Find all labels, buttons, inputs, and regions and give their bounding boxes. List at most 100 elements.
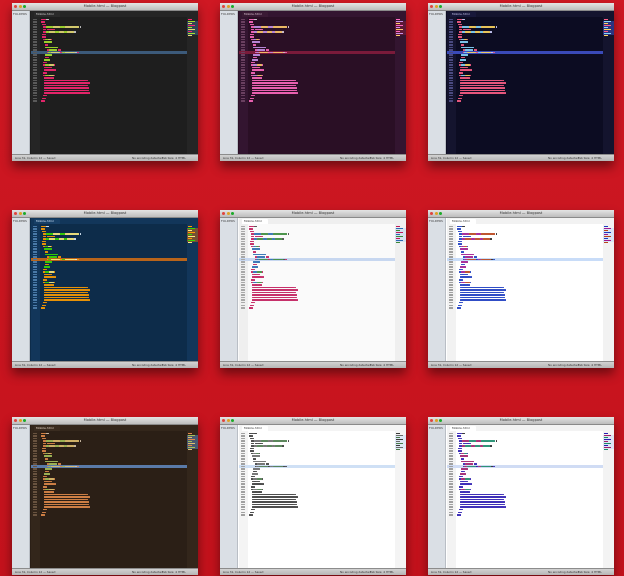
- minimap[interactable]: [603, 431, 614, 569]
- folder-sidebar[interactable]: FOLDERS: [220, 11, 238, 155]
- zoom-button[interactable]: [23, 212, 26, 215]
- minimap[interactable]: [187, 431, 198, 569]
- folder-sidebar[interactable]: FOLDERS: [12, 11, 30, 155]
- close-button[interactable]: [430, 419, 433, 422]
- close-button[interactable]: [222, 419, 225, 422]
- status-tab-size[interactable]: Tab Size: 4: [162, 155, 177, 161]
- status-tab-size[interactable]: Tab Size: 4: [578, 569, 593, 575]
- minimize-button[interactable]: [18, 212, 22, 215]
- code-editor[interactable]: [239, 17, 406, 155]
- minimize-button[interactable]: [226, 5, 230, 8]
- editor-window-brown[interactable]: Mobile.html — Blogpost FOLDERS Mobile.html…: [12, 417, 198, 575]
- status-tab-size[interactable]: Tab Size: 4: [162, 362, 177, 368]
- close-button[interactable]: [14, 5, 17, 8]
- status-encoding[interactable]: No encoding detected: [132, 569, 163, 575]
- minimize-button[interactable]: [434, 5, 438, 8]
- folder-sidebar[interactable]: FOLDERS: [12, 218, 30, 362]
- status-encoding[interactable]: No encoding detected: [548, 362, 579, 368]
- code-editor[interactable]: [31, 224, 198, 362]
- status-syntax[interactable]: HTML: [594, 155, 602, 161]
- status-encoding[interactable]: No encoding detected: [340, 362, 371, 368]
- editor-window-midnight[interactable]: Mobile.html — Blogpost FOLDERS Mobile.html…: [428, 3, 614, 161]
- status-encoding[interactable]: No encoding detected: [340, 155, 371, 161]
- editor-window-light-purple[interactable]: Mobile.html — Blogpost FOLDERS Mobile.html…: [428, 417, 614, 575]
- zoom-button[interactable]: [23, 419, 26, 422]
- window-titlebar[interactable]: Mobile.html — Blogpost: [428, 417, 614, 425]
- folder-sidebar[interactable]: FOLDERS: [428, 425, 446, 569]
- close-button[interactable]: [222, 212, 225, 215]
- window-titlebar[interactable]: Mobile.html — Blogpost: [220, 210, 406, 218]
- status-tab-size[interactable]: Tab Size: 4: [162, 569, 177, 575]
- minimap[interactable]: [395, 17, 406, 155]
- zoom-button[interactable]: [231, 212, 234, 215]
- status-encoding[interactable]: No encoding detected: [548, 569, 579, 575]
- minimize-button[interactable]: [18, 419, 22, 422]
- folder-sidebar[interactable]: FOLDERS: [12, 425, 30, 569]
- code-editor[interactable]: [31, 431, 198, 569]
- status-tab-size[interactable]: Tab Size: 4: [370, 362, 385, 368]
- window-controls[interactable]: [14, 212, 26, 215]
- window-controls[interactable]: [14, 419, 26, 422]
- window-controls[interactable]: [430, 212, 442, 215]
- status-syntax[interactable]: HTML: [386, 155, 394, 161]
- window-titlebar[interactable]: Mobile.html — Blogpost: [220, 417, 406, 425]
- window-controls[interactable]: [222, 5, 234, 8]
- window-titlebar[interactable]: Mobile.html — Blogpost: [12, 417, 198, 425]
- status-syntax[interactable]: HTML: [178, 362, 186, 368]
- zoom-button[interactable]: [231, 5, 234, 8]
- minimap[interactable]: [603, 17, 614, 155]
- close-button[interactable]: [14, 419, 17, 422]
- editor-window-dark-gray[interactable]: Mobile.html — Blogpost FOLDERS Mobile.html…: [12, 3, 198, 161]
- status-syntax[interactable]: HTML: [386, 569, 394, 575]
- minimize-button[interactable]: [226, 419, 230, 422]
- minimap[interactable]: [187, 224, 198, 362]
- close-button[interactable]: [430, 5, 433, 8]
- close-button[interactable]: [430, 212, 433, 215]
- window-titlebar[interactable]: Mobile.html — Blogpost: [220, 3, 406, 11]
- minimap[interactable]: [395, 431, 406, 569]
- zoom-button[interactable]: [439, 5, 442, 8]
- code-editor[interactable]: [31, 17, 198, 155]
- minimap[interactable]: [187, 17, 198, 155]
- status-tab-size[interactable]: Tab Size: 4: [578, 155, 593, 161]
- zoom-button[interactable]: [439, 419, 442, 422]
- minimap[interactable]: [395, 224, 406, 362]
- minimize-button[interactable]: [434, 212, 438, 215]
- window-controls[interactable]: [430, 419, 442, 422]
- folder-sidebar[interactable]: FOLDERS: [220, 218, 238, 362]
- status-encoding[interactable]: No encoding detected: [132, 362, 163, 368]
- status-encoding[interactable]: No encoding detected: [132, 155, 163, 161]
- zoom-button[interactable]: [439, 212, 442, 215]
- minimap[interactable]: [603, 224, 614, 362]
- window-titlebar[interactable]: Mobile.html — Blogpost: [12, 3, 198, 11]
- status-encoding[interactable]: No encoding detected: [340, 569, 371, 575]
- editor-window-ocean-blue[interactable]: Mobile.html — Blogpost FOLDERS Mobile.html…: [12, 210, 198, 368]
- folder-sidebar[interactable]: FOLDERS: [220, 425, 238, 569]
- status-syntax[interactable]: HTML: [386, 362, 394, 368]
- status-syntax[interactable]: HTML: [178, 569, 186, 575]
- folder-sidebar[interactable]: FOLDERS: [428, 11, 446, 155]
- window-controls[interactable]: [222, 419, 234, 422]
- zoom-button[interactable]: [231, 419, 234, 422]
- code-editor[interactable]: [239, 431, 406, 569]
- code-editor[interactable]: [447, 17, 614, 155]
- status-tab-size[interactable]: Tab Size: 4: [578, 362, 593, 368]
- editor-window-light-blue[interactable]: Mobile.html — Blogpost FOLDERS Mobile.html…: [428, 210, 614, 368]
- window-controls[interactable]: [222, 212, 234, 215]
- window-titlebar[interactable]: Mobile.html — Blogpost: [428, 3, 614, 11]
- code-editor[interactable]: [447, 224, 614, 362]
- editor-window-light-sand[interactable]: Mobile.html — Blogpost FOLDERS Mobile.html…: [220, 210, 406, 368]
- zoom-button[interactable]: [23, 5, 26, 8]
- status-syntax[interactable]: HTML: [594, 569, 602, 575]
- minimize-button[interactable]: [18, 5, 22, 8]
- status-encoding[interactable]: No encoding detected: [548, 155, 579, 161]
- close-button[interactable]: [14, 212, 17, 215]
- window-titlebar[interactable]: Mobile.html — Blogpost: [428, 210, 614, 218]
- close-button[interactable]: [222, 5, 225, 8]
- folder-sidebar[interactable]: FOLDERS: [428, 218, 446, 362]
- code-editor[interactable]: [447, 431, 614, 569]
- window-titlebar[interactable]: Mobile.html — Blogpost: [12, 210, 198, 218]
- editor-window-plum[interactable]: Mobile.html — Blogpost FOLDERS Mobile.html…: [220, 3, 406, 161]
- status-syntax[interactable]: HTML: [178, 155, 186, 161]
- status-tab-size[interactable]: Tab Size: 4: [370, 155, 385, 161]
